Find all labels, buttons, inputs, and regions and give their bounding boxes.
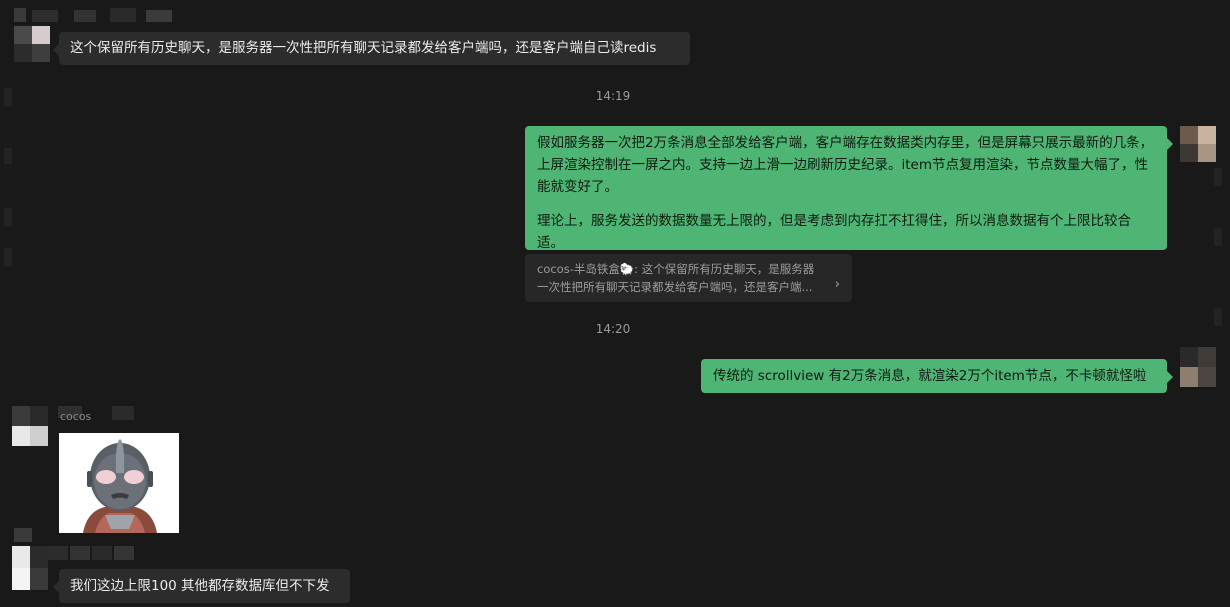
avatar[interactable] xyxy=(12,406,48,446)
message-text: 这个保留所有历史聊天，是服务器一次性把所有聊天记录都发给客户端吗，还是客户端自己… xyxy=(70,40,657,56)
message-bubble-outgoing[interactable]: 传统的 scrollview 有2万条消息，就渲染2万个item节点，不卡顿就怪… xyxy=(701,359,1173,393)
avatar[interactable] xyxy=(14,26,50,62)
quoted-reply[interactable]: cocos-半岛铁盒🐑: 这个保留所有历史聊天，是服务器 一次性把所有聊天记录都… xyxy=(525,254,852,302)
timestamp: 14:19 xyxy=(595,89,631,103)
quote-line: cocos-半岛铁盒🐑: 这个保留所有历史聊天，是服务器 xyxy=(537,262,815,276)
avatar[interactable] xyxy=(12,546,48,590)
message-paragraph: 理论上，服务发送的数据数量无上限的，但是考虑到内存扛不扛得住，所以消息数据有个上… xyxy=(537,213,1131,251)
message-text: 我们这边上限100 其他都存数据库但不下发 xyxy=(70,578,330,594)
sender-name: cocos xyxy=(60,413,92,423)
message-bubble-incoming[interactable]: 我们这边上限100 其他都存数据库但不下发 xyxy=(53,569,350,603)
quote-line: 一次性把所有聊天记录都发给客户端吗，还是客户端... xyxy=(537,280,813,294)
chevron-right-icon: › xyxy=(834,277,840,292)
message-text: 传统的 scrollview 有2万条消息，就渲染2万个item节点，不卡顿就怪… xyxy=(713,368,1147,384)
avatar-self[interactable] xyxy=(1180,347,1216,387)
ultraman-sticker[interactable] xyxy=(59,433,179,533)
message-bubble-incoming[interactable]: 这个保留所有历史聊天，是服务器一次性把所有聊天记录都发给客户端吗，还是客户端自己… xyxy=(53,32,690,65)
timestamp: 14:20 xyxy=(595,322,631,336)
message-bubble-outgoing[interactable]: 假如服务器一次把2万条消息全部发给客户端，客户端存在数据类内存里，但是屏幕只展示… xyxy=(525,126,1173,251)
sender-name-pixelated xyxy=(14,8,174,22)
message-paragraph: 假如服务器一次把2万条消息全部发给客户端，客户端存在数据类内存里，但是屏幕只展示… xyxy=(537,135,1154,195)
ultraman-icon xyxy=(83,439,157,533)
avatar-self[interactable] xyxy=(1180,126,1216,162)
